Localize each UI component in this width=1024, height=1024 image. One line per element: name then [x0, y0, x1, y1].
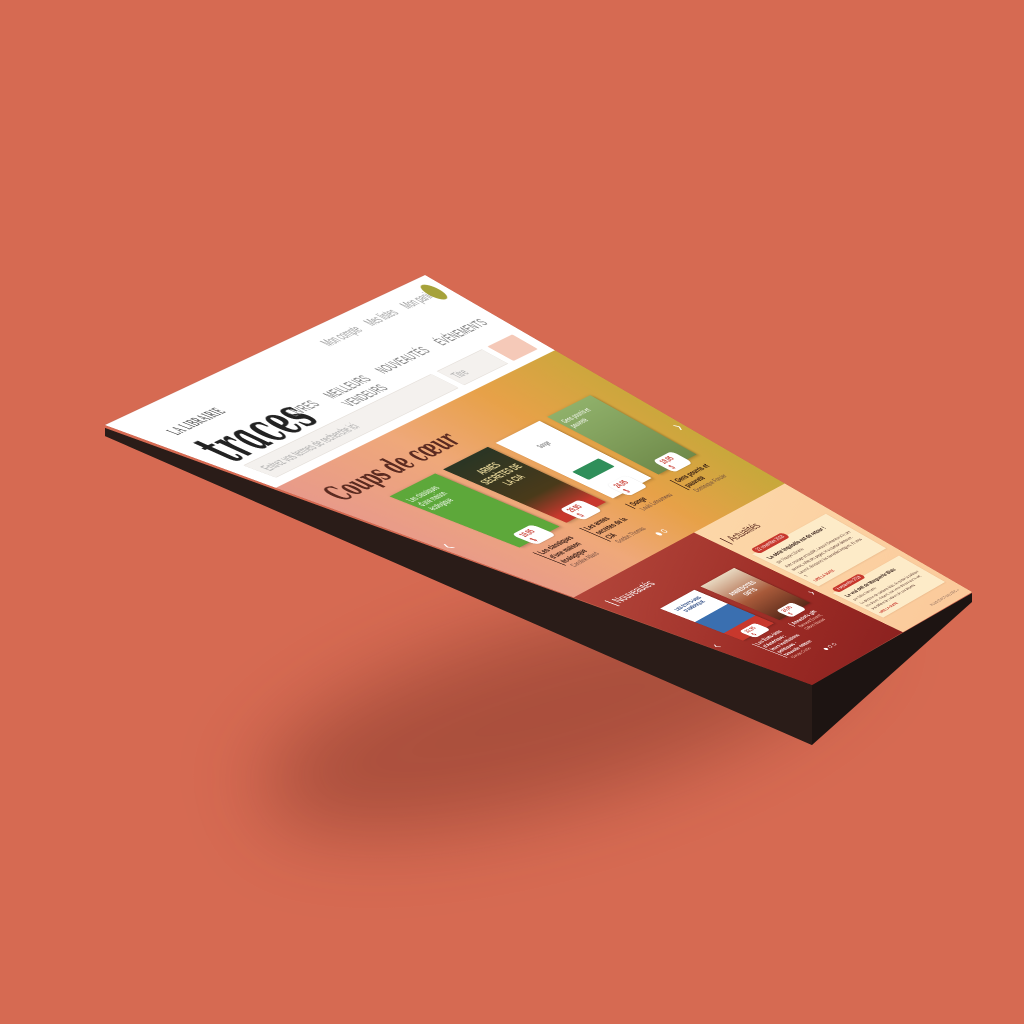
cover-text: LES ÉTATS-UNIS D'AMÉRIQUE — [660, 590, 721, 620]
chevron-right-icon[interactable]: › — [663, 418, 690, 433]
section-title: Nouveautés — [605, 579, 659, 606]
cover-text: Gens pourris et pauvreté — [547, 395, 623, 434]
more-news-link[interactable]: PLUS D'ACTUALITÉS » — [929, 589, 961, 607]
price-badge: 19,95 $ — [652, 451, 693, 473]
account-links: Mon compte Mes listes Mon panier — [317, 289, 442, 349]
price-badge: 19,95 $ — [511, 524, 556, 545]
carousel-dot[interactable] — [654, 532, 663, 536]
lists-link[interactable]: Mes listes — [360, 307, 403, 328]
account-link[interactable]: Mon compte — [317, 324, 368, 348]
cover-illustration — [572, 458, 615, 480]
carousel-dot[interactable] — [823, 647, 829, 650]
price-badge: 24,95 $ — [606, 475, 648, 496]
stage: Mon compte Mes listes Mon panier LA LIBR… — [0, 0, 1024, 1024]
chevron-left-icon[interactable]: ‹ — [429, 539, 463, 552]
section-title: Actualités — [719, 521, 763, 544]
carousel-dots — [823, 643, 837, 651]
price-badge: 29,95 $ — [559, 499, 603, 520]
nav-cartes-cadeaux[interactable]: CARTES-CADEAUX — [488, 296, 551, 330]
carousel-dots — [654, 529, 668, 536]
